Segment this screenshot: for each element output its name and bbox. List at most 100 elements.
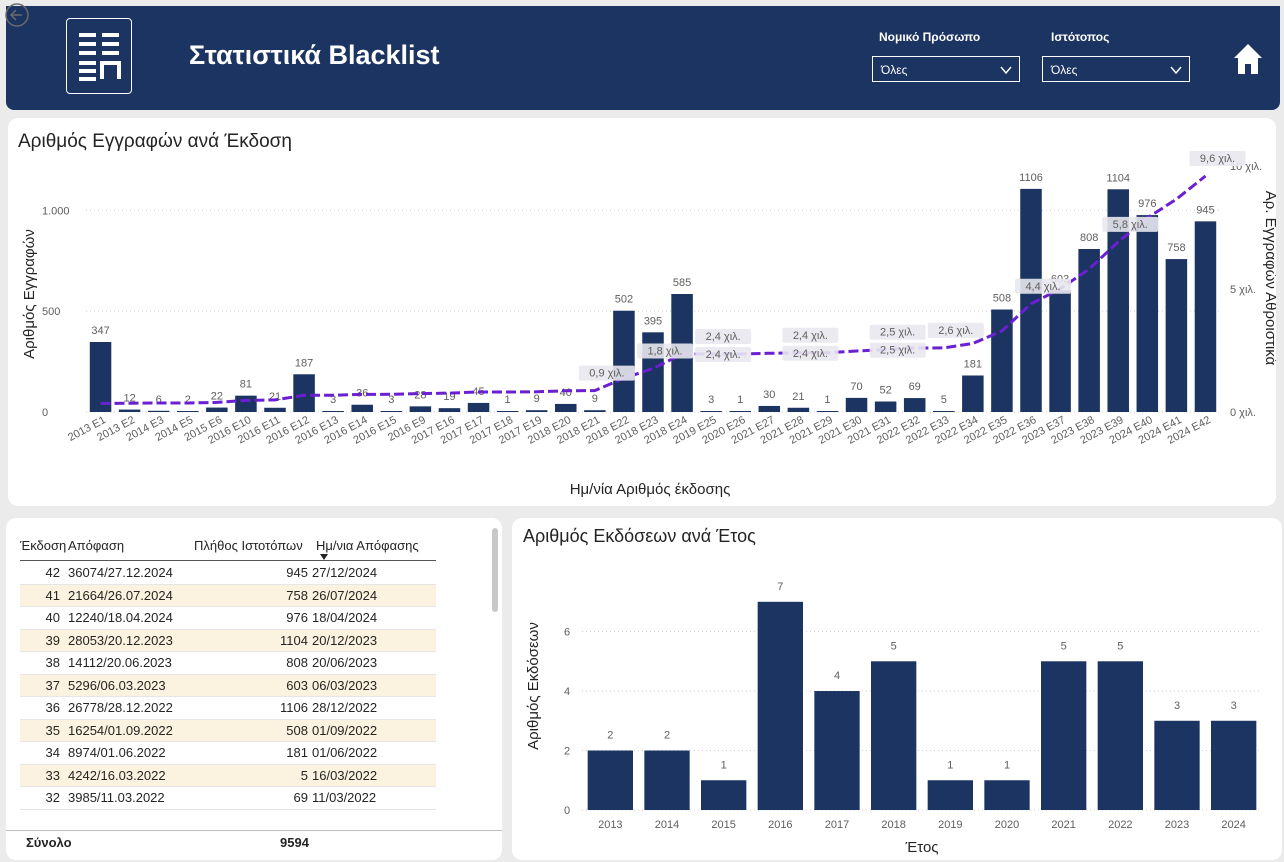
x-tick-label: 2023 xyxy=(1165,819,1189,831)
table-row[interactable]: 33 4242/16.03.2022 5 16/03/2022 xyxy=(20,764,436,787)
bar[interactable] xyxy=(438,408,461,412)
bar-value-label: 9 xyxy=(534,393,540,405)
bar[interactable] xyxy=(644,750,690,810)
table-row[interactable]: 36 26778/28.12.2022 1106 28/12/2022 xyxy=(20,697,436,720)
bar[interactable] xyxy=(264,407,286,412)
bar[interactable] xyxy=(322,411,344,412)
line-label-text: 2,4 χιλ. xyxy=(793,348,828,360)
table-cell: 4242/16.03.2022 xyxy=(68,767,166,783)
bar[interactable] xyxy=(1165,259,1188,412)
bar[interactable] xyxy=(177,411,199,412)
table-row[interactable]: 35 16254/01.09.2022 508 01/09/2022 xyxy=(20,719,436,742)
table-row[interactable]: 34 8974/01.06.2022 181 01/06/2022 xyxy=(20,742,436,765)
bar[interactable] xyxy=(1041,661,1087,810)
bar[interactable] xyxy=(933,410,955,412)
bar[interactable] xyxy=(380,411,403,412)
table-body: 42 36074/27.12.2024 945 27/12/2024 41 21664/2… xyxy=(20,562,436,810)
bar[interactable] xyxy=(525,410,548,412)
bar[interactable] xyxy=(729,411,751,412)
total-label: Σύνολο xyxy=(26,835,72,850)
bar[interactable] xyxy=(147,410,170,412)
bar[interactable] xyxy=(787,407,810,412)
bar-value-label: 40 xyxy=(560,387,572,399)
bar[interactable] xyxy=(757,601,803,810)
bar[interactable] xyxy=(871,661,917,810)
col-header-decision-date[interactable]: Ημ/νια Απόφασης xyxy=(316,538,419,553)
col-header-decision[interactable]: Απόφαση xyxy=(68,538,124,553)
bar[interactable] xyxy=(409,406,432,412)
bar[interactable] xyxy=(235,395,257,412)
total-value: 9594 xyxy=(280,835,309,850)
bar[interactable] xyxy=(293,374,315,412)
table-cell: 69 xyxy=(293,790,308,805)
issues-per-year-card: Αριθμός Εκδόσεων ανά Έτος 0 2 4 6 2 2013 2 2014… xyxy=(512,518,1282,860)
y-tick-label: 6 xyxy=(564,627,570,639)
bar-value-label: 395 xyxy=(644,315,662,327)
bar[interactable] xyxy=(903,398,926,412)
bar[interactable] xyxy=(1049,290,1071,412)
bar[interactable] xyxy=(351,404,373,412)
x-axis-title: Έτος xyxy=(904,839,938,856)
bar[interactable] xyxy=(584,410,606,412)
bar[interactable] xyxy=(587,750,633,810)
bar-value-label: 5 xyxy=(1061,640,1067,652)
bar[interactable] xyxy=(1211,720,1257,810)
x-tick-label: 2021 xyxy=(1051,819,1075,831)
col-header-site-count[interactable]: Πλήθος Ιστοτόπων xyxy=(194,538,303,553)
x-tick-label: 2022 xyxy=(1108,819,1132,831)
bar[interactable] xyxy=(89,341,112,412)
bar[interactable] xyxy=(467,402,490,412)
table-row[interactable]: 40 12240/18.04.2024 976 18/04/2024 xyxy=(20,607,436,630)
bar[interactable] xyxy=(991,309,1013,412)
bar[interactable] xyxy=(1194,221,1217,412)
bar-value-label: 1104 xyxy=(1106,172,1130,184)
bar[interactable] xyxy=(555,403,577,412)
line-value-label: 2,6 χιλ. xyxy=(927,322,984,338)
bar[interactable] xyxy=(701,780,747,810)
bar[interactable] xyxy=(118,409,141,412)
table-cell: 758 xyxy=(286,587,308,603)
bar[interactable] xyxy=(927,780,973,810)
table-row[interactable]: 39 28053/20.12.2023 1104 20/12/2023 xyxy=(20,629,436,652)
records-per-issue-card: Αριθμός Εγγραφών ανά Έκδοση 0 500 1.000 0 χ… xyxy=(8,118,1276,506)
bar[interactable] xyxy=(984,780,1030,810)
table-row[interactable]: 42 36074/27.12.2024 945 27/12/2024 xyxy=(20,562,436,585)
filter-label-website: Ιστότοπος xyxy=(1051,30,1110,44)
bar[interactable] xyxy=(1154,720,1200,810)
line-value-label: 4,4 χιλ. xyxy=(1015,278,1071,294)
bar[interactable] xyxy=(816,411,839,412)
bar[interactable] xyxy=(1136,215,1159,412)
bar[interactable] xyxy=(814,691,860,810)
total-divider xyxy=(6,830,502,831)
table-row[interactable]: 38 14112/20.06.2023 808 20/06/2023 xyxy=(20,652,436,675)
x-tick-label: 2015 xyxy=(711,819,735,831)
x-tick-label: 2020 xyxy=(995,819,1019,831)
bar[interactable] xyxy=(700,411,722,412)
bar[interactable] xyxy=(1097,661,1143,810)
table-cell: 945 xyxy=(286,565,308,580)
bar[interactable] xyxy=(962,375,984,412)
table-scrollbar[interactable] xyxy=(492,528,498,612)
bar-value-label: 3 xyxy=(1174,700,1180,712)
home-icon[interactable] xyxy=(1232,42,1264,76)
line-label-text: 9,6 χιλ. xyxy=(1200,153,1235,165)
table-row[interactable]: 37 5296/06.03.2023 603 06/03/2023 xyxy=(20,674,436,697)
back-arrow-icon[interactable] xyxy=(4,2,30,28)
bar-value-label: 7 xyxy=(777,581,783,593)
bar-value-label: 2 xyxy=(607,730,613,742)
col-header-issue[interactable]: Έκδοση xyxy=(20,538,66,553)
bar-value-label: 3 xyxy=(1231,700,1237,712)
bar[interactable] xyxy=(758,405,781,412)
table-row[interactable]: 41 21664/26.07.2024 758 26/07/2024 xyxy=(20,584,436,607)
filter-website-dropdown[interactable]: Όλες xyxy=(1042,56,1190,82)
table-cell: 603 xyxy=(286,677,308,693)
x-tick-label: 2016 xyxy=(768,819,792,831)
bar[interactable] xyxy=(206,407,228,412)
bar[interactable] xyxy=(845,397,868,412)
bar[interactable] xyxy=(613,310,635,412)
bar[interactable] xyxy=(496,411,519,412)
bar[interactable] xyxy=(874,401,897,412)
y-tick-label: 500 xyxy=(42,306,60,318)
filter-legal-entity-dropdown[interactable]: Όλες xyxy=(872,56,1020,82)
table-row[interactable]: 32 3985/11.03.2022 69 11/03/2022 xyxy=(20,787,436,810)
